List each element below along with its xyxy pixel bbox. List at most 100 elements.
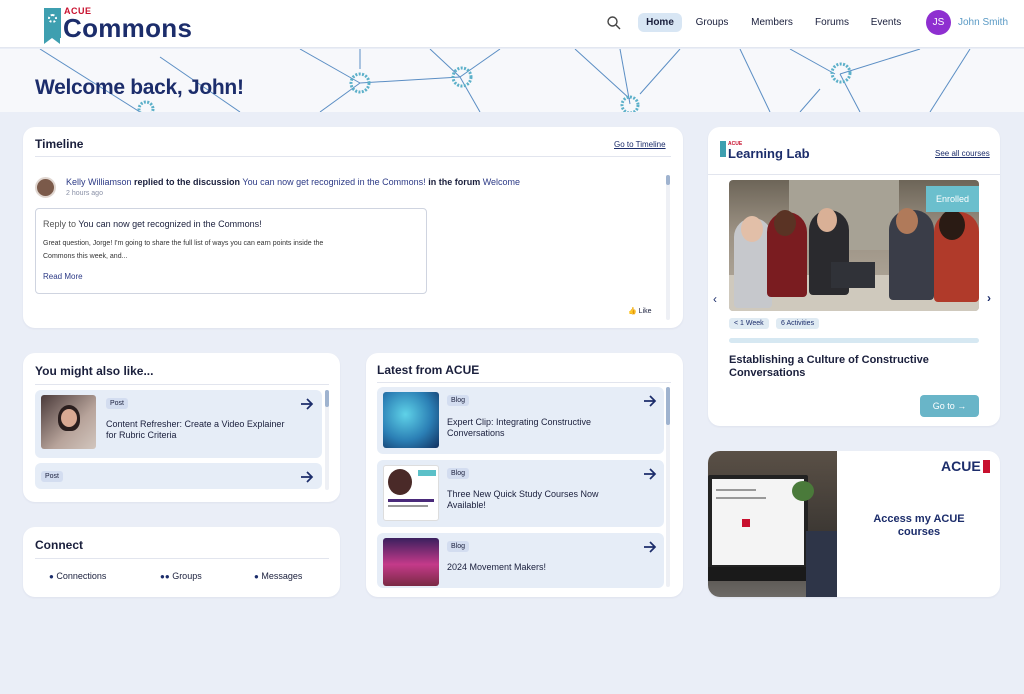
tag-badge: Post bbox=[106, 398, 129, 409]
bookmark-flag-icon bbox=[44, 8, 61, 44]
image-person-1-face bbox=[741, 216, 763, 242]
nav-groups[interactable]: Groups bbox=[692, 13, 732, 32]
connections-link[interactable]: ● Connections bbox=[49, 571, 106, 581]
connect-title: Connect bbox=[35, 538, 83, 552]
activity-in-forum: in the forum bbox=[428, 177, 481, 187]
timeline-card: Timeline Go to Timeline Kelly Williamson… bbox=[23, 127, 683, 328]
recommendations-title: You might also like... bbox=[35, 364, 154, 378]
activity-time: 2 hours ago bbox=[66, 190, 103, 197]
timeline-scrollbar-thumb[interactable] bbox=[666, 175, 670, 185]
blog-thumbnail bbox=[383, 392, 439, 448]
arrow-right-icon[interactable] bbox=[300, 471, 314, 483]
blog-thumbnail bbox=[383, 465, 439, 521]
access-text-line-2: courses bbox=[897, 526, 941, 538]
tag-badge: Blog bbox=[447, 395, 470, 406]
plant bbox=[792, 481, 814, 501]
content-thumbnail bbox=[41, 395, 96, 449]
divider bbox=[35, 156, 671, 157]
latest-card: Latest from ACUE Blog Expert Clip: Integ… bbox=[366, 353, 683, 597]
search-icon[interactable] bbox=[606, 15, 622, 31]
screen-text-line bbox=[716, 489, 756, 491]
recommendations-card: You might also like... Post Content Refr… bbox=[23, 353, 340, 502]
latest-item[interactable]: Blog 2024 Movement Makers! bbox=[377, 533, 664, 588]
item-title-line-2: Conversations bbox=[447, 428, 505, 438]
activity-forum-link[interactable]: Welcome bbox=[483, 177, 520, 187]
go-to-course-button[interactable]: Go to → bbox=[920, 395, 979, 417]
laptop-screen bbox=[712, 479, 804, 565]
reply-body-line-2: Commons this week, and... bbox=[43, 253, 128, 260]
connect-card: Connect ● Connections ●● Groups ● Messag… bbox=[23, 527, 340, 597]
nav-events[interactable]: Events bbox=[867, 13, 905, 32]
activities-pill: 6 Activities bbox=[776, 318, 820, 329]
user-name[interactable]: John Smith bbox=[958, 17, 1008, 28]
tag-badge: Blog bbox=[447, 468, 470, 479]
acue-logo: ACUE bbox=[941, 458, 981, 474]
nav-forums[interactable]: Forums bbox=[812, 13, 852, 32]
activity-user-link[interactable]: Kelly Williamson bbox=[66, 177, 132, 187]
user-avatar[interactable]: JS bbox=[926, 10, 951, 35]
learning-lab-brand: Learning Lab bbox=[728, 146, 810, 161]
latest-title: Latest from ACUE bbox=[377, 363, 480, 377]
item-title: 2024 Movement Makers! bbox=[447, 562, 547, 572]
arrow-right-icon[interactable] bbox=[643, 395, 657, 407]
course-image[interactable]: Enrolled bbox=[729, 180, 979, 311]
chevron-right-icon[interactable]: › bbox=[987, 291, 991, 305]
image-person-2-face bbox=[774, 210, 796, 236]
image-person-5-face bbox=[939, 210, 965, 240]
item-title-line-1: Content Refresher: Create a Video Explai… bbox=[106, 419, 285, 429]
course-title-line-2: Conversations bbox=[729, 367, 806, 379]
kelly-avatar[interactable] bbox=[35, 177, 56, 198]
divider bbox=[35, 558, 329, 559]
divider bbox=[35, 384, 329, 385]
item-title-line-1: Three New Quick Study Courses Now bbox=[447, 489, 599, 499]
recommendation-item[interactable]: Post Content Refresher: Create a Video E… bbox=[35, 390, 322, 458]
access-courses-card[interactable]: ACUE Access my ACUE courses bbox=[708, 451, 1000, 597]
reply-title: You can now get recognized in the Common… bbox=[78, 219, 262, 229]
thumb-face bbox=[61, 409, 77, 427]
screen-text-line bbox=[716, 497, 766, 499]
thumbs-up-icon: 👍 bbox=[628, 308, 637, 315]
learning-lab-card: ACUE Learning Lab See all courses Enroll… bbox=[708, 127, 1000, 426]
person-arm bbox=[806, 531, 837, 597]
like-label: Like bbox=[638, 308, 652, 315]
connections-label: Connections bbox=[56, 571, 107, 581]
recommendations-scrollbar-thumb[interactable] bbox=[325, 390, 329, 407]
chevron-left-icon[interactable]: ‹ bbox=[713, 292, 717, 306]
tag-badge: Post bbox=[41, 471, 64, 482]
messages-link[interactable]: ● Messages bbox=[254, 571, 302, 581]
nav-members[interactable]: Members bbox=[747, 13, 797, 32]
person-icon: ● bbox=[49, 572, 54, 581]
progress-bar bbox=[729, 338, 979, 343]
recommendation-item[interactable]: Post bbox=[35, 463, 322, 489]
arrow-right-icon[interactable] bbox=[300, 398, 314, 410]
activity-topic-link[interactable]: You can now get recognized in the Common… bbox=[242, 177, 425, 187]
logo-commons-label: Commons bbox=[63, 13, 193, 43]
laptop-photo bbox=[708, 451, 837, 597]
screen-red-block bbox=[742, 519, 750, 527]
reply-heading: Reply to You can now get recognized in t… bbox=[43, 219, 262, 229]
course-title-line-1: Establishing a Culture of Constructive bbox=[729, 354, 929, 366]
latest-item[interactable]: Blog Expert Clip: Integrating Constructi… bbox=[377, 387, 664, 454]
like-button[interactable]: 👍 Like bbox=[628, 307, 652, 315]
go-to-timeline-link[interactable]: Go to Timeline bbox=[614, 140, 666, 149]
arrow-right-icon[interactable] bbox=[643, 541, 657, 553]
thumb-label bbox=[418, 470, 436, 476]
tag-badge: Blog bbox=[447, 541, 470, 552]
item-title-line-2: Available! bbox=[447, 500, 486, 510]
latest-scrollbar-thumb[interactable] bbox=[666, 387, 670, 425]
nav-home[interactable]: Home bbox=[638, 13, 682, 32]
access-text-line-1: Access my ACUE bbox=[873, 513, 965, 525]
read-more-link[interactable]: Read More bbox=[43, 272, 83, 281]
messages-label: Messages bbox=[261, 571, 303, 581]
groups-link[interactable]: ●● Groups bbox=[160, 571, 202, 581]
duration-pill: < 1 Week bbox=[729, 318, 769, 329]
image-person-3-face bbox=[817, 208, 837, 232]
arrow-right-icon[interactable] bbox=[643, 468, 657, 480]
reply-to-label: Reply to bbox=[43, 219, 77, 229]
groups-label: Groups bbox=[172, 571, 202, 581]
timeline-scrollbar[interactable] bbox=[666, 175, 670, 320]
timeline-title: Timeline bbox=[35, 137, 84, 151]
latest-item[interactable]: Blog Three New Quick Study Courses Now A… bbox=[377, 460, 664, 527]
see-all-courses-link[interactable]: See all courses bbox=[935, 149, 990, 158]
item-title-line-2: for Rubric Criteria bbox=[106, 430, 177, 440]
